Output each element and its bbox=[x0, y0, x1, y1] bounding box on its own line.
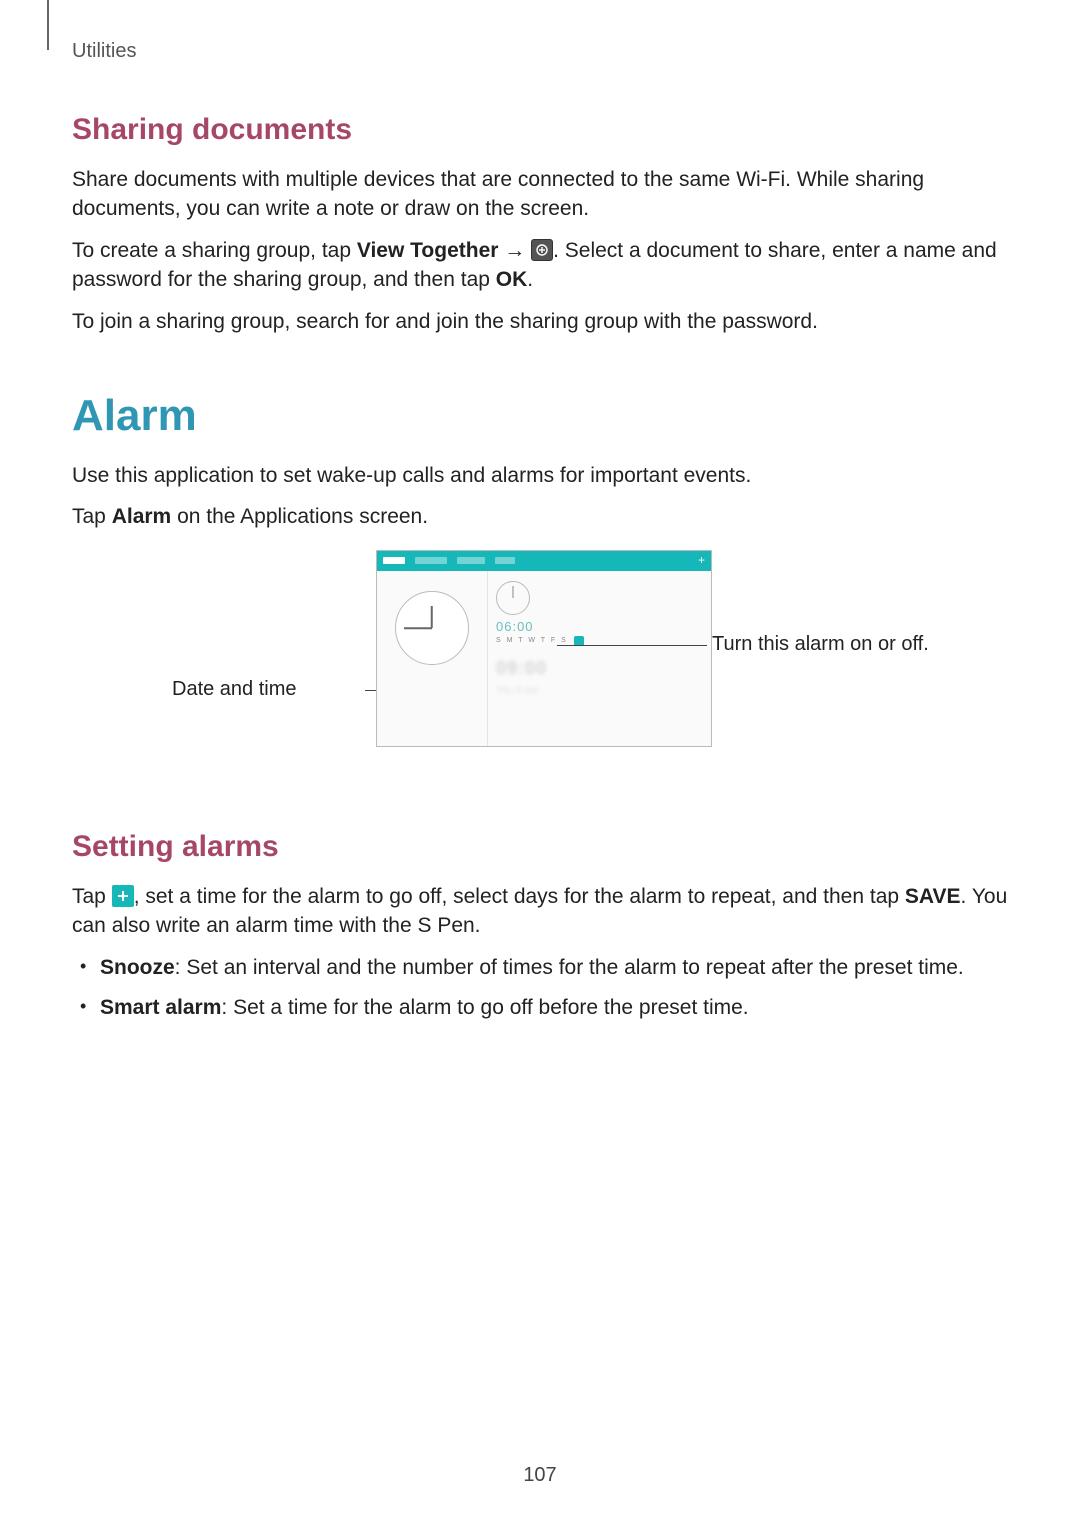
alarm-item-sub-2: Thu, 5 Jun bbox=[496, 685, 703, 695]
text: , set a time for the alarm to go off, se… bbox=[134, 885, 905, 908]
tab-timer[interactable] bbox=[495, 557, 515, 564]
lead-line-right bbox=[557, 645, 707, 646]
bullet-bold: Snooze bbox=[100, 956, 175, 979]
text: Tap bbox=[72, 505, 112, 528]
alarm-figure: Date and time + 06:00 bbox=[72, 550, 1008, 780]
sharing-p2: To create a sharing group, tap View Toge… bbox=[72, 236, 1008, 295]
alarm-list: 06:00 S M T W T F S 09:00 Thu, 5 Jun bbox=[488, 571, 711, 746]
alarm-tab-bar: + bbox=[377, 551, 711, 571]
callout-date-time: Date and time bbox=[172, 678, 297, 701]
tab-worldclock[interactable] bbox=[415, 557, 447, 564]
setting-heading: Setting alarms bbox=[72, 830, 1008, 864]
analog-clock-icon bbox=[395, 591, 469, 665]
tab-stopwatch[interactable] bbox=[457, 557, 485, 564]
bullet-bold: Smart alarm bbox=[100, 996, 221, 1019]
alarm-label: Alarm bbox=[112, 505, 172, 528]
alarm-tap: Tap Alarm on the Applications screen. bbox=[72, 502, 1008, 531]
setting-bullets: Snooze: Set an interval and the number o… bbox=[72, 953, 1008, 1024]
bullet-rest: : Set a time for the alarm to go off bef… bbox=[221, 996, 748, 1019]
alarm-intro: Use this application to set wake-up call… bbox=[72, 461, 1008, 490]
add-alarm-icon[interactable]: + bbox=[698, 554, 705, 566]
alarm-item-time: 06:00 bbox=[496, 619, 703, 634]
ok-label: OK bbox=[496, 268, 528, 291]
add-group-icon bbox=[531, 239, 553, 261]
page-number: 107 bbox=[0, 1464, 1080, 1487]
page: Utilities Sharing documents Share docume… bbox=[0, 0, 1080, 1023]
sharing-p3: To join a sharing group, search for and … bbox=[72, 307, 1008, 336]
breadcrumb: Utilities bbox=[72, 40, 1008, 63]
list-item: Snooze: Set an interval and the number o… bbox=[100, 953, 1008, 983]
bullet-rest: : Set an interval and the number of time… bbox=[175, 956, 964, 979]
view-together-label: View Together bbox=[357, 239, 499, 262]
alarm-item-time-2: 09:00 bbox=[496, 658, 703, 679]
analog-clock-panel bbox=[377, 571, 488, 746]
tab-alarm[interactable] bbox=[383, 557, 405, 564]
alarm-heading: Alarm bbox=[72, 391, 1008, 441]
text: → bbox=[498, 239, 531, 262]
callout-toggle: Turn this alarm on or off. bbox=[712, 633, 929, 656]
text: To create a sharing group, tap bbox=[72, 239, 357, 262]
alarm-screenshot: + 06:00 S M T W T F S bbox=[376, 550, 712, 747]
list-item: Smart alarm: Set a time for the alarm to… bbox=[100, 993, 1008, 1023]
alarm-item-clock-icon bbox=[496, 581, 530, 615]
text: on the Applications screen. bbox=[171, 505, 428, 528]
alarm-screen-body: 06:00 S M T W T F S 09:00 Thu, 5 Jun bbox=[377, 571, 711, 746]
setting-p: Tap , set a time for the alarm to go off… bbox=[72, 882, 1008, 941]
sharing-heading: Sharing documents bbox=[72, 113, 1008, 147]
save-label: SAVE bbox=[905, 885, 961, 908]
text: . bbox=[527, 268, 533, 291]
sharing-p1: Share documents with multiple devices th… bbox=[72, 165, 1008, 224]
alarm-item-blurred: 09:00 Thu, 5 Jun bbox=[496, 658, 703, 695]
text: Tap bbox=[72, 885, 112, 908]
header-rule bbox=[47, 0, 49, 50]
alarm-item-days: S M T W T F S bbox=[496, 637, 568, 644]
plus-icon bbox=[112, 885, 134, 907]
